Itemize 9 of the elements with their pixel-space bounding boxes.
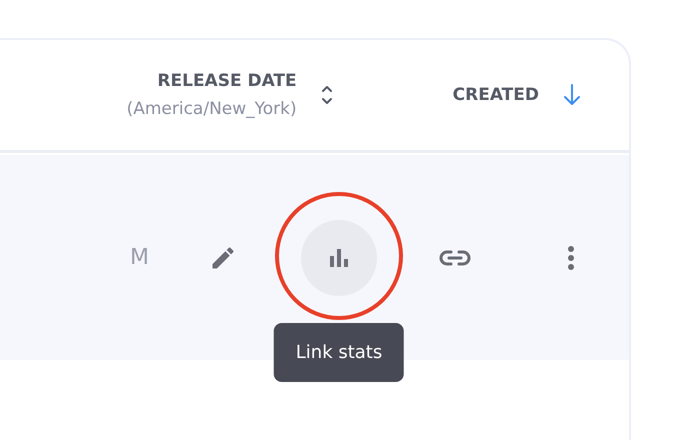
link-icon xyxy=(439,248,471,266)
arrow-down-icon[interactable] xyxy=(563,83,581,107)
tooltip: Link stats xyxy=(274,323,404,382)
column-subtitle: (America/New_York) xyxy=(126,99,297,119)
more-icon xyxy=(567,244,575,270)
column-header[interactable]: RELEASE DATE xyxy=(157,71,297,91)
sort-icon[interactable] xyxy=(320,84,333,106)
table-cell: M xyxy=(130,245,149,270)
column-header[interactable]: CREATED xyxy=(452,85,539,105)
